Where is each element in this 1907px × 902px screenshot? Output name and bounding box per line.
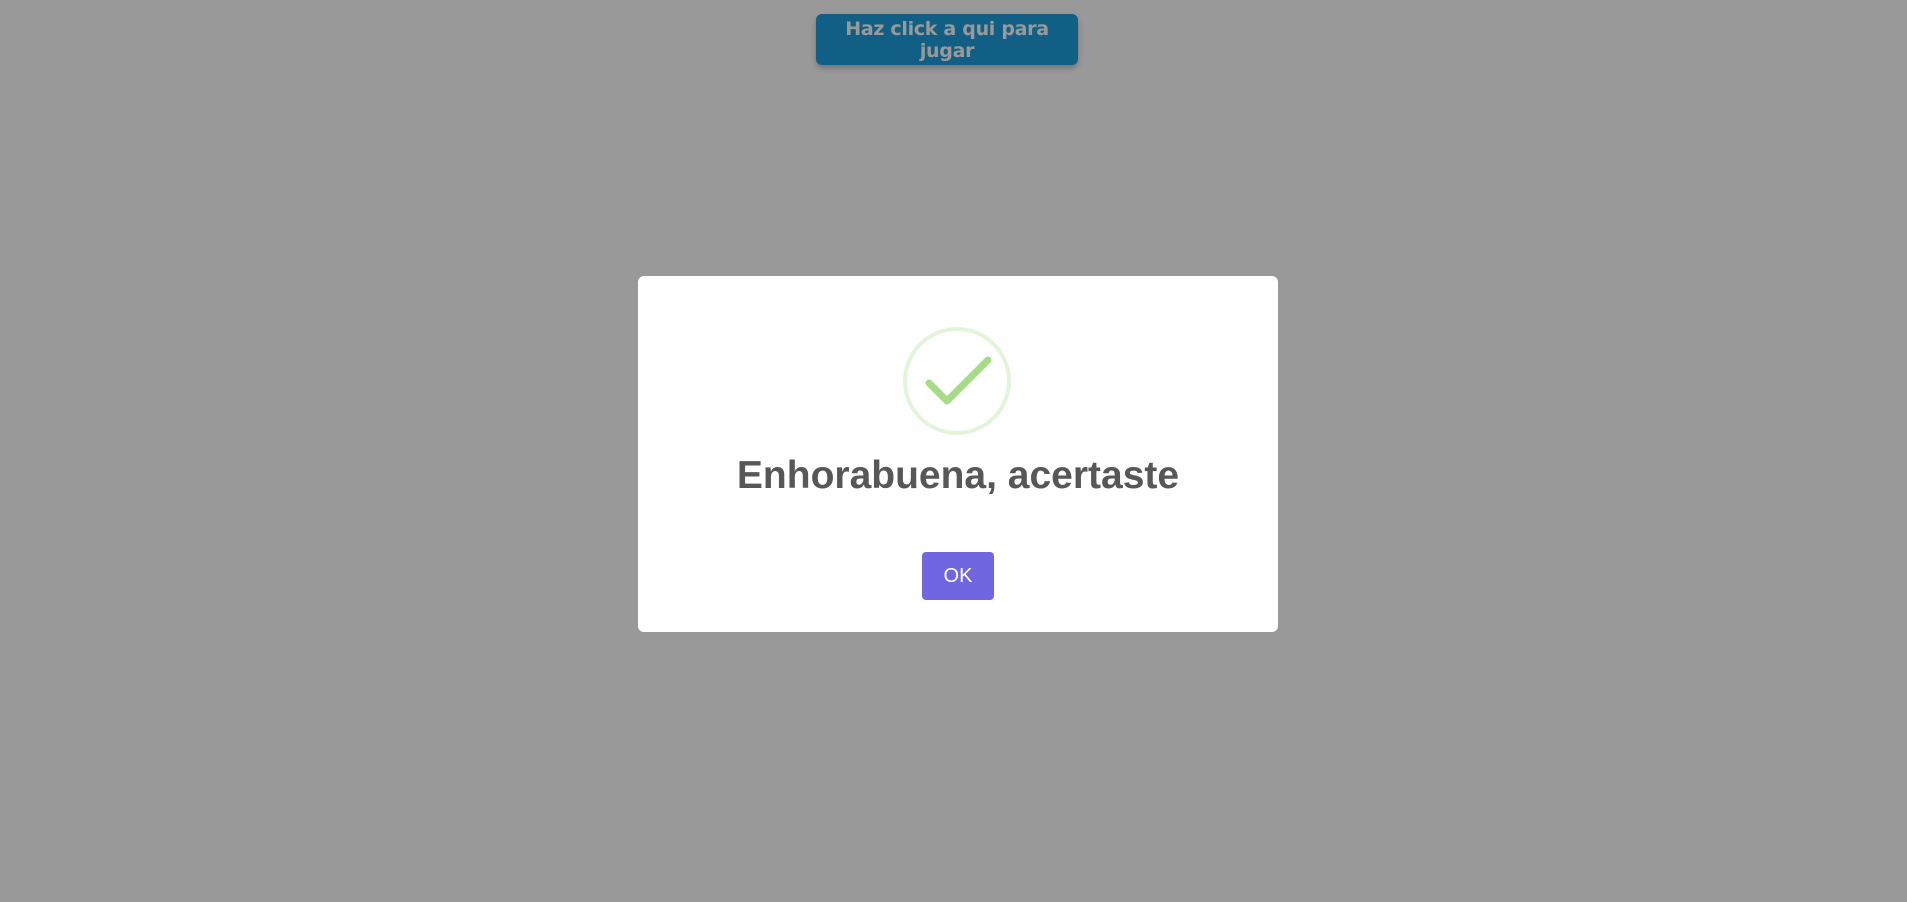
dialog-title: Enhorabuena, acertaste [736, 454, 1180, 497]
ok-button[interactable]: OK [922, 552, 994, 600]
check-icon [902, 326, 1012, 436]
success-dialog: Enhorabuena, acertaste OK [638, 276, 1278, 632]
page: Haz click a qui para jugar Enhorabuena, … [0, 0, 1907, 902]
